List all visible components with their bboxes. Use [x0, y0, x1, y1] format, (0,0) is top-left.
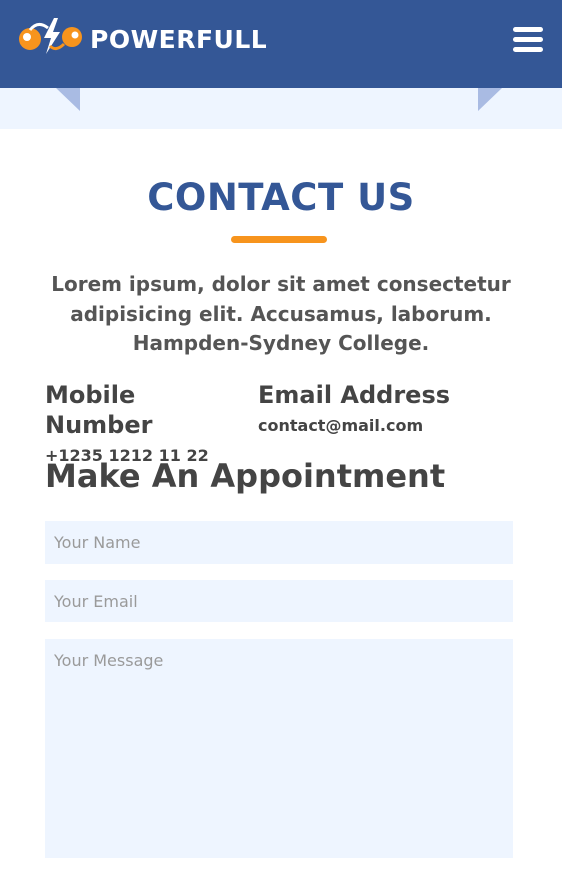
- hamburger-menu-icon[interactable]: [513, 27, 543, 57]
- brand-name: POWERFULL: [90, 24, 268, 54]
- email-input[interactable]: [45, 580, 513, 622]
- message-textarea[interactable]: [45, 639, 513, 858]
- ribbon-fold-right: [478, 88, 502, 111]
- mobile-label: Mobile Number: [45, 381, 153, 439]
- section-title: CONTACT US: [147, 176, 415, 219]
- brand-logo[interactable]: POWERFULL: [16, 18, 286, 60]
- contact-intro-text: Lorem ipsum, dolor sit amet consectetur …: [51, 272, 511, 355]
- name-input[interactable]: [45, 521, 513, 564]
- title-underline: [231, 236, 327, 243]
- battery-bolt-logo-icon: [16, 16, 84, 62]
- mobile-info: Mobile Number +1235 1212 11 22: [45, 380, 250, 465]
- appointment-title: Make An Appointment: [45, 457, 446, 495]
- email-value[interactable]: contact@mail.com: [258, 416, 518, 435]
- email-info: Email Address contact@mail.com: [258, 380, 518, 435]
- site-header: POWERFULL: [0, 0, 562, 88]
- ribbon-fold-left: [56, 88, 80, 111]
- email-label: Email Address: [258, 381, 451, 409]
